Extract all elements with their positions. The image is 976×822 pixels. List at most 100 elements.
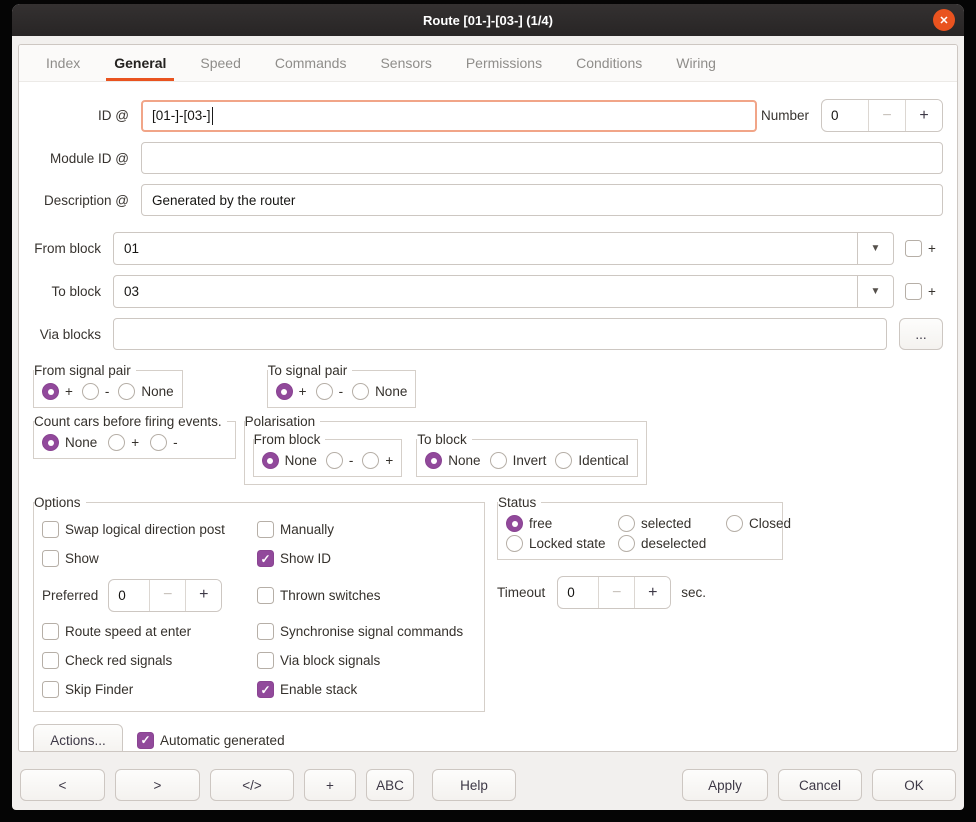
tab-speed[interactable]: Speed [183, 45, 257, 81]
swap-logical-direction-checkbox[interactable]: ✓ [42, 521, 59, 538]
count-cars-none-radio[interactable] [42, 434, 59, 451]
check-red-signals-checkbox[interactable]: ✓ [42, 652, 59, 669]
timeout-plus-button[interactable]: + [634, 577, 670, 608]
via-blocks-input[interactable] [113, 318, 887, 350]
polarisation-from-block-frame: From block None - + [253, 432, 403, 477]
status-free-radio[interactable] [506, 515, 523, 532]
skip-finder-checkbox[interactable]: ✓ [42, 681, 59, 698]
tab-general[interactable]: General [97, 45, 183, 81]
status-legend: Status [498, 495, 541, 510]
to-signal-minus-radio[interactable] [316, 383, 333, 400]
status-closed-radio[interactable] [726, 515, 743, 532]
polarisation-to-none-radio[interactable] [425, 452, 442, 469]
route-dialog-window: Route [01-]-[03-] (1/4) ✕ Index General … [12, 4, 964, 810]
polarisation-from-minus-radio[interactable] [326, 452, 343, 469]
preferred-spinner-value[interactable]: 0 [109, 580, 149, 611]
via-blocks-label: Via blocks [33, 327, 101, 342]
tab-wiring[interactable]: Wiring [659, 45, 733, 81]
polarisation-legend: Polarisation [245, 414, 321, 429]
close-icon[interactable]: ✕ [933, 9, 955, 31]
timeout-spinner-value[interactable]: 0 [558, 577, 598, 608]
automatic-generated-checkbox[interactable]: ✓ [137, 732, 154, 749]
tab-bar: Index General Speed Commands Sensors Per… [19, 45, 957, 82]
count-cars-plus-radio[interactable] [108, 434, 125, 451]
polarisation-from-plus-radio[interactable] [362, 452, 379, 469]
from-signal-none-radio[interactable] [118, 383, 135, 400]
show-id-checkbox[interactable]: ✓ [257, 550, 274, 567]
previous-button[interactable]: < [20, 769, 105, 801]
status-deselected-radio[interactable] [618, 535, 635, 552]
preferred-minus-button[interactable]: − [149, 580, 185, 611]
manually-checkbox[interactable]: ✓ [257, 521, 274, 538]
id-label: ID @ [33, 108, 129, 123]
from-block-combobox[interactable]: 01 ▼ [113, 232, 894, 265]
status-selected-radio[interactable] [618, 515, 635, 532]
to-block-combobox[interactable]: 03 ▼ [113, 275, 894, 308]
from-block-add-label: + [928, 241, 936, 256]
timeout-suffix: sec. [681, 585, 706, 600]
number-plus-button[interactable]: + [905, 100, 942, 131]
number-spinner: 0 − + [821, 99, 943, 132]
to-signal-pair-legend: To signal pair [268, 363, 353, 378]
timeout-spinner: 0 − + [557, 576, 671, 609]
number-minus-button[interactable]: − [868, 100, 905, 131]
preferred-plus-button[interactable]: + [185, 580, 221, 611]
preferred-spinner: 0 − + [108, 579, 222, 612]
from-signal-plus-radio[interactable] [42, 383, 59, 400]
count-cars-minus-radio[interactable] [150, 434, 167, 451]
via-block-signals-checkbox[interactable]: ✓ [257, 652, 274, 669]
from-signal-pair-frame: From signal pair + - None [33, 363, 183, 408]
from-block-label: From block [33, 241, 101, 256]
module-id-input[interactable] [141, 142, 943, 174]
tab-permissions[interactable]: Permissions [449, 45, 559, 81]
number-spinner-value[interactable]: 0 [822, 100, 868, 131]
polarisation-to-invert-radio[interactable] [490, 452, 507, 469]
help-button[interactable]: Help [432, 769, 516, 801]
id-input[interactable]: [01-]-[03-] [141, 100, 757, 132]
actions-button[interactable]: Actions... [33, 724, 123, 752]
notebook-panel: Index General Speed Commands Sensors Per… [18, 44, 958, 752]
tab-sensors[interactable]: Sensors [363, 45, 448, 81]
to-signal-pair-frame: To signal pair + - None [267, 363, 417, 408]
polarisation-to-block-legend: To block [417, 432, 472, 447]
description-label: Description @ [33, 193, 129, 208]
to-block-add-checkbox[interactable]: ✓ [905, 283, 922, 300]
window-title: Route [01-]-[03-] (1/4) [423, 13, 553, 28]
to-block-add-label: + [928, 284, 936, 299]
options-frame: Options ✓Swap logical direction post ✓Ma… [33, 495, 485, 712]
titlebar[interactable]: Route [01-]-[03-] (1/4) ✕ [12, 4, 964, 36]
from-block-add-checkbox[interactable]: ✓ [905, 240, 922, 257]
text-caret [212, 107, 213, 125]
preferred-label: Preferred [42, 588, 98, 603]
polarisation-from-none-radio[interactable] [262, 452, 279, 469]
polarisation-to-block-frame: To block None Invert Identical [416, 432, 637, 477]
from-signal-minus-radio[interactable] [82, 383, 99, 400]
timeout-minus-button[interactable]: − [598, 577, 634, 608]
tab-conditions[interactable]: Conditions [559, 45, 659, 81]
show-checkbox[interactable]: ✓ [42, 550, 59, 567]
to-signal-plus-radio[interactable] [276, 383, 293, 400]
description-input[interactable]: Generated by the router [141, 184, 943, 216]
status-locked-state-radio[interactable] [506, 535, 523, 552]
chevron-down-icon[interactable]: ▼ [857, 276, 893, 307]
add-button[interactable]: + [304, 769, 356, 801]
polarisation-frame: Polarisation From block None - + To bloc… [244, 414, 647, 485]
thrown-switches-checkbox[interactable]: ✓ [257, 587, 274, 604]
apply-button[interactable]: Apply [682, 769, 768, 801]
next-button[interactable]: > [115, 769, 200, 801]
enable-stack-checkbox[interactable]: ✓ [257, 681, 274, 698]
number-label: Number [761, 108, 809, 123]
synchronise-signal-commands-checkbox[interactable]: ✓ [257, 623, 274, 640]
status-frame: Status free selected Closed Locked state… [497, 495, 783, 560]
polarisation-to-identical-radio[interactable] [555, 452, 572, 469]
ok-button[interactable]: OK [872, 769, 956, 801]
abc-button[interactable]: ABC [366, 769, 414, 801]
to-signal-none-radio[interactable] [352, 383, 369, 400]
cancel-button[interactable]: Cancel [778, 769, 862, 801]
xml-button[interactable]: </> [210, 769, 294, 801]
route-speed-at-enter-checkbox[interactable]: ✓ [42, 623, 59, 640]
via-blocks-browse-button[interactable]: ... [899, 318, 943, 350]
tab-commands[interactable]: Commands [258, 45, 364, 81]
chevron-down-icon[interactable]: ▼ [857, 233, 893, 264]
tab-index[interactable]: Index [29, 45, 97, 81]
